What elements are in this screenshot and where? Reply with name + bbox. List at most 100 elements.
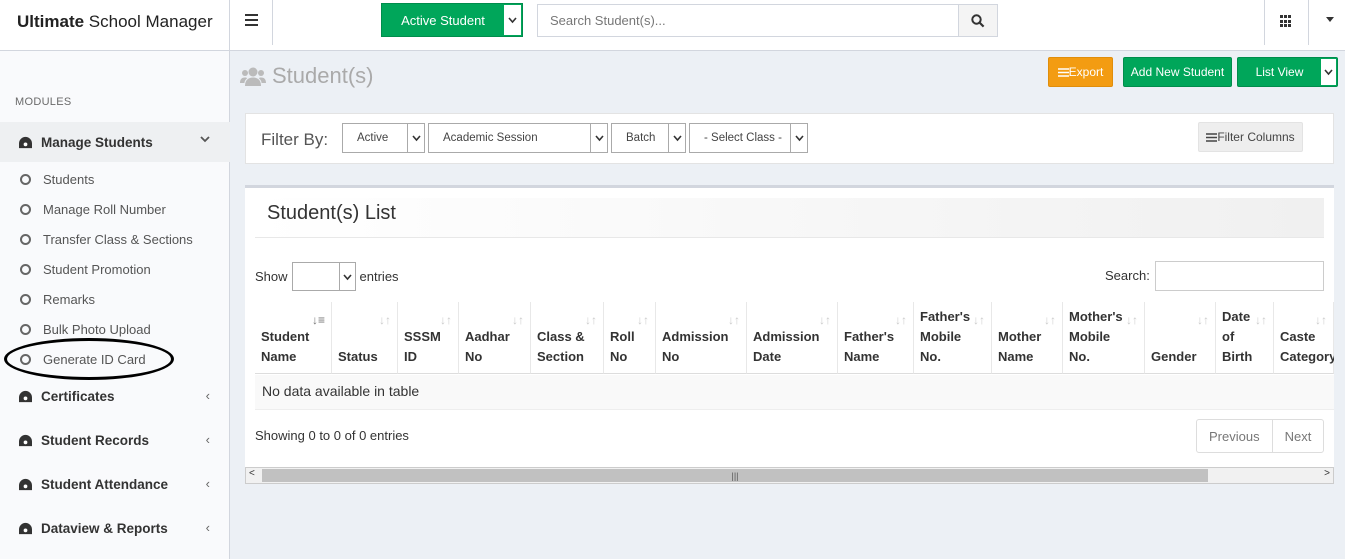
column-header-label: Student Name	[261, 329, 310, 364]
list-title: Student(s) List	[267, 202, 396, 224]
sort-icon: ↓↑	[1126, 313, 1138, 327]
circle-icon	[20, 264, 31, 275]
dashboard-icon	[19, 522, 32, 534]
column-header-label: Gender	[1151, 349, 1197, 364]
previous-page-button[interactable]: Previous	[1197, 420, 1272, 452]
menu-dataview-reports[interactable]: Dataview & Reports ‹	[0, 508, 230, 548]
search-icon	[971, 13, 985, 27]
menu-label: Manage Students	[41, 134, 153, 150]
filter-columns-button[interactable]: Filter Columns	[1198, 122, 1303, 152]
chevron-down-icon	[407, 124, 424, 152]
status-select[interactable]: Active	[342, 123, 425, 153]
circle-icon	[20, 294, 31, 305]
chevron-left-icon: ‹	[205, 432, 210, 447]
sort-icon: ↓↑	[895, 313, 907, 327]
column-header-label: Class & Section	[537, 329, 585, 364]
page-length-select[interactable]	[291, 262, 356, 291]
menu-student-records[interactable]: Student Records ‹	[0, 420, 230, 460]
search-button[interactable]	[958, 4, 998, 37]
app-logo[interactable]: Ultimate School Manager	[0, 0, 229, 51]
table-search-input[interactable]	[1155, 261, 1324, 291]
column-header[interactable]: Status ↓↑	[332, 302, 398, 374]
student-list-panel: Student(s) List Show entries Search: Stu…	[245, 185, 1334, 483]
sidebar-item-students[interactable]: Students	[20, 172, 94, 187]
caret-down-icon[interactable]	[1326, 17, 1334, 23]
scrollbar-thumb[interactable]: |||	[262, 469, 1208, 482]
scroll-right-icon[interactable]: >	[1324, 468, 1330, 479]
add-new-student-button[interactable]: Add New Student	[1123, 57, 1232, 87]
chevron-down-icon	[790, 124, 807, 152]
column-header-label: Status	[338, 349, 378, 364]
hamburger-icon[interactable]	[245, 14, 258, 29]
list-icon	[1057, 67, 1069, 77]
circle-icon	[20, 324, 31, 335]
column-header[interactable]: Date of Birth ↓↑	[1216, 302, 1274, 374]
page-title: Student(s)	[240, 63, 374, 89]
column-header-label: Father's Mobile No.	[920, 309, 971, 364]
sidebar: Ultimate School Manager MODULES Manage S…	[0, 0, 230, 559]
column-header[interactable]: Father's Name ↓↑	[838, 302, 914, 374]
chevron-down-icon	[590, 124, 607, 152]
list-header: Student(s) List	[255, 198, 1324, 238]
column-header-label: Father's Name	[844, 329, 895, 364]
dashboard-icon	[19, 434, 32, 446]
export-button[interactable]: Export	[1048, 57, 1113, 87]
column-header[interactable]: Caste Category ↓↑	[1274, 302, 1334, 374]
list-icon	[1206, 132, 1218, 142]
circle-icon	[20, 204, 31, 215]
sort-icon: ↓↑	[1044, 313, 1056, 327]
student-search-input[interactable]: Search Student(s)...	[537, 4, 959, 37]
students-table: Student Name ↓≡ Status ↓↑ SSSM ID ↓↑ Aadhar No ↓↑ C…	[255, 302, 1334, 410]
horizontal-scrollbar[interactable]: < ||| >	[245, 467, 1334, 484]
column-header[interactable]: Gender ↓↑	[1145, 302, 1216, 374]
empty-table-message: No data available in table	[255, 375, 1334, 410]
sidebar-item-bulk-photo-upload[interactable]: Bulk Photo Upload	[20, 322, 151, 337]
scroll-left-icon[interactable]: <	[249, 468, 255, 479]
column-header[interactable]: Mother's Mobile No. ↓↑	[1063, 302, 1145, 374]
menu-certificates[interactable]: Certificates ‹	[0, 376, 230, 416]
academic-session-select[interactable]: Academic Session	[428, 123, 608, 153]
sort-icon: ↓↑	[973, 313, 985, 327]
column-header[interactable]: Student Name ↓≡	[255, 302, 332, 374]
divider	[1264, 0, 1265, 45]
column-header-label: SSSM ID	[404, 329, 441, 364]
column-header[interactable]: Mother Name ↓↑	[992, 302, 1063, 374]
circle-icon	[20, 174, 31, 185]
column-header[interactable]: Father's Mobile No. ↓↑	[914, 302, 992, 374]
column-header[interactable]: Admission No ↓↑	[656, 302, 747, 374]
sort-icon: ↓↑	[637, 313, 649, 327]
dashboard-icon	[19, 136, 32, 148]
sort-icon: ↓↑	[585, 313, 597, 327]
dashboard-icon	[19, 390, 32, 402]
users-icon	[240, 67, 266, 86]
circle-icon	[20, 234, 31, 245]
sidebar-item-remarks[interactable]: Remarks	[20, 292, 95, 307]
modules-heading: MODULES	[15, 96, 72, 108]
sort-icon: ↓↑	[379, 313, 391, 327]
batch-select[interactable]: Batch	[611, 123, 686, 153]
column-header[interactable]: Aadhar No ↓↑	[459, 302, 531, 374]
filter-panel: Filter By: Active Academic Session Batch…	[245, 113, 1334, 164]
apps-grid-icon[interactable]	[1280, 15, 1293, 28]
page-length-control: Show entries	[255, 262, 399, 291]
next-page-button[interactable]: Next	[1271, 420, 1324, 452]
sort-icon: ↓↑	[512, 313, 524, 327]
menu-student-attendance[interactable]: Student Attendance ‹	[0, 464, 230, 504]
sort-icon: ↓↑	[1197, 313, 1209, 327]
column-header[interactable]: Roll No ↓↑	[604, 302, 656, 374]
sidebar-item-student-promotion[interactable]: Student Promotion	[20, 262, 151, 277]
active-student-dropdown[interactable]: Active Student	[381, 3, 523, 37]
list-view-dropdown[interactable]: List View	[1237, 57, 1338, 87]
class-select[interactable]: - Select Class -	[689, 123, 808, 153]
column-header[interactable]: Admission Date ↓↑	[747, 302, 838, 374]
menu-manage-students[interactable]: Manage Students	[0, 122, 230, 162]
divider	[1308, 0, 1309, 45]
column-header[interactable]: SSSM ID ↓↑	[398, 302, 459, 374]
sort-icon: ↓↑	[440, 313, 452, 327]
column-header[interactable]: Class & Section ↓↑	[531, 302, 604, 374]
sidebar-item-manage-roll-number[interactable]: Manage Roll Number	[20, 202, 166, 217]
sidebar-item-transfer-class[interactable]: Transfer Class & Sections	[20, 232, 193, 247]
chevron-left-icon: ‹	[205, 476, 210, 491]
sort-icon: ↓↑	[1255, 313, 1267, 327]
chevron-down-icon	[200, 136, 210, 143]
